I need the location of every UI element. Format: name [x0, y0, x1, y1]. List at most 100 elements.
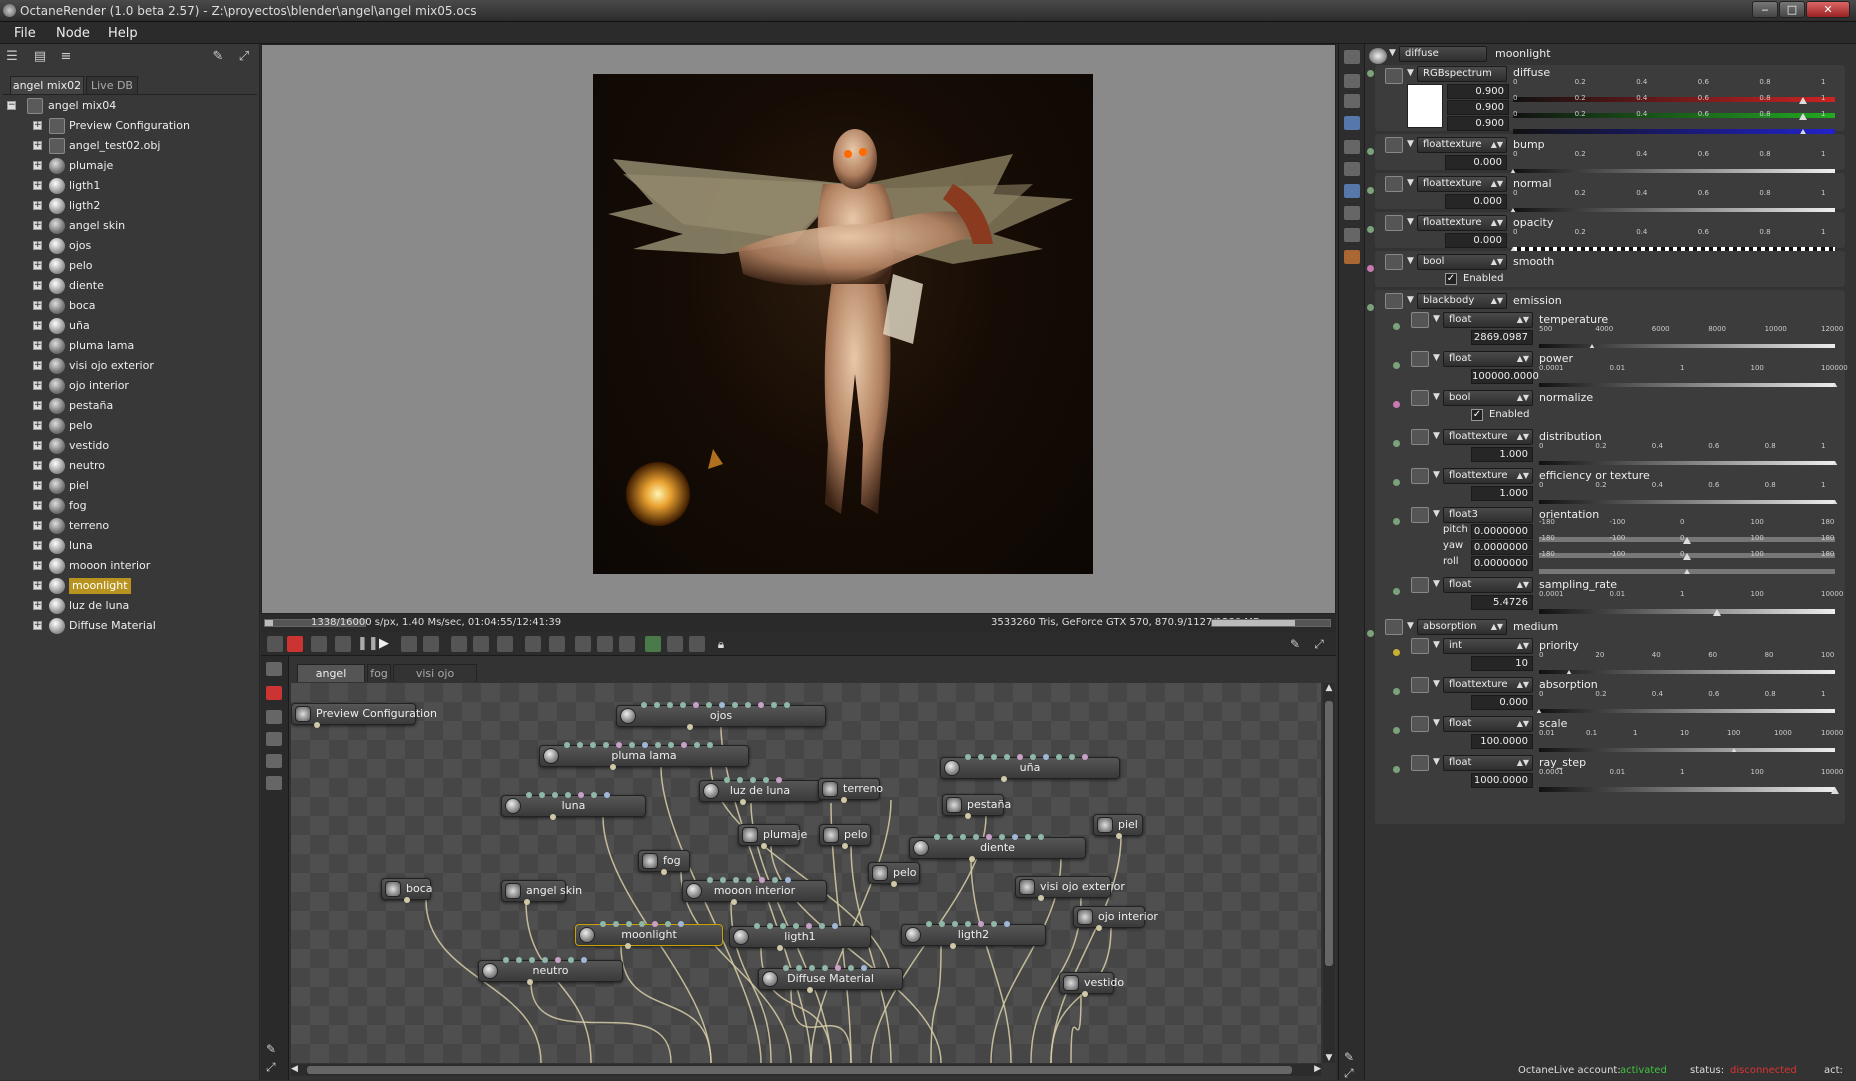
tree-item[interactable]: + luna: [3, 536, 257, 556]
collapse-icon[interactable]: ▼: [1433, 392, 1440, 402]
param-pin[interactable]: [1393, 766, 1400, 773]
grid3-icon[interactable]: [619, 636, 635, 652]
tree-item[interactable]: + ojos: [3, 236, 257, 256]
input-pin[interactable]: [641, 702, 647, 708]
pause-icon[interactable]: ❚❚: [357, 636, 379, 652]
collapse-icon[interactable]: ▼: [1433, 470, 1440, 480]
collapse-icon[interactable]: −: [7, 101, 16, 110]
node-diente[interactable]: diente: [909, 834, 1086, 862]
output-pin[interactable]: [1116, 833, 1122, 839]
grid-icon[interactable]: [575, 636, 591, 652]
play-icon[interactable]: ▶: [379, 636, 395, 652]
tree-item[interactable]: + ligth1: [3, 176, 257, 196]
node-ojo-interior[interactable]: ojo interior: [1073, 906, 1158, 931]
node-preview[interactable]: Preview Configuration: [291, 703, 437, 728]
slider-track[interactable]: [1539, 609, 1835, 614]
tree-item[interactable]: + vestido: [3, 436, 257, 456]
checkbox[interactable]: ✓: [1471, 409, 1483, 421]
input-pin[interactable]: [681, 742, 687, 748]
output-pin[interactable]: [969, 856, 975, 862]
material-icon[interactable]: [266, 732, 282, 746]
tree-root[interactable]: − angel mix04: [3, 96, 257, 116]
collapse-icon[interactable]: ▼: [1433, 314, 1440, 324]
input-pin[interactable]: [578, 792, 584, 798]
menu-file[interactable]: File: [14, 26, 36, 41]
collapse-icon[interactable]: ▼: [1433, 431, 1440, 441]
input-pin[interactable]: [600, 921, 606, 927]
param-type-combo[interactable]: float ▲▼: [1443, 577, 1533, 593]
param-type-icon[interactable]: [1385, 293, 1403, 309]
expand-icon[interactable]: +: [33, 121, 42, 130]
expand-icon[interactable]: +: [33, 281, 42, 290]
input-pin[interactable]: [835, 965, 841, 971]
stack-icon[interactable]: [1344, 94, 1360, 108]
tab-angel-mix02[interactable]: angel mix02: [10, 76, 84, 94]
input-pin[interactable]: [947, 834, 953, 840]
input-pin[interactable]: [796, 965, 802, 971]
fullscreen-icon[interactable]: ⤢: [266, 1060, 282, 1074]
input-pin[interactable]: [604, 792, 610, 798]
input-pin[interactable]: [655, 742, 661, 748]
collapse-icon[interactable]: ▼: [1407, 256, 1414, 266]
region-icon[interactable]: [401, 636, 417, 652]
param-type-icon[interactable]: [1411, 638, 1429, 654]
param-type-icon[interactable]: [1411, 507, 1429, 523]
input-pin[interactable]: [577, 742, 583, 748]
node-name[interactable]: moonlight: [1495, 47, 1551, 60]
param-slider[interactable]: 0.0001 0.01 1 100 10000: [1539, 590, 1843, 616]
image-icon[interactable]: [1344, 116, 1360, 130]
tree-item[interactable]: + luz de luna: [3, 596, 257, 616]
expand-icon[interactable]: +: [33, 561, 42, 570]
input-pin[interactable]: [693, 702, 699, 708]
param-pin[interactable]: [1393, 588, 1400, 595]
tree-item[interactable]: + Preview Configuration: [3, 116, 257, 136]
camera-icon[interactable]: [423, 636, 439, 652]
input-pin[interactable]: [665, 921, 671, 927]
node-neutro[interactable]: neutro: [478, 957, 623, 985]
lock-icon[interactable]: 🔒︎: [713, 636, 729, 652]
texture-icon[interactable]: [1344, 228, 1360, 242]
node-angel-skin[interactable]: angel skin: [501, 880, 582, 905]
param-pin[interactable]: [1367, 226, 1374, 233]
node-tab-fog[interactable]: fog: [367, 664, 391, 682]
node-luz-de-luna[interactable]: luz de luna: [699, 777, 821, 805]
outliner-icon[interactable]: ☰: [4, 50, 20, 64]
collapse-icon[interactable]: ▼: [1407, 68, 1414, 78]
param-pin[interactable]: [1393, 362, 1400, 369]
input-pin[interactable]: [763, 777, 769, 783]
input-pin[interactable]: [552, 792, 558, 798]
input-pin[interactable]: [694, 742, 700, 748]
menu-node[interactable]: Node: [56, 26, 90, 41]
param-type-icon[interactable]: [1411, 755, 1429, 771]
input-pin[interactable]: [783, 965, 789, 971]
node-fog[interactable]: fog: [638, 850, 690, 875]
param-type-icon[interactable]: [1411, 390, 1429, 406]
input-pin[interactable]: [668, 742, 674, 748]
node-pelo1[interactable]: pelo: [819, 824, 871, 849]
output-pin[interactable]: [1001, 776, 1007, 782]
expand-icon[interactable]: +: [33, 201, 42, 210]
param-type-combo[interactable]: bool ▲▼: [1443, 390, 1533, 406]
input-pin[interactable]: [706, 702, 712, 708]
param-type-icon[interactable]: [1385, 215, 1403, 231]
output-pin[interactable]: [524, 899, 530, 905]
input-pin[interactable]: [926, 921, 932, 927]
input-pin[interactable]: [642, 742, 648, 748]
param-type-icon[interactable]: [1385, 68, 1403, 84]
list-icon[interactable]: ≡: [58, 50, 74, 64]
node-plumaje[interactable]: plumaje: [738, 824, 807, 849]
collapse-icon[interactable]: ▼: [1433, 353, 1440, 363]
param-type-icon[interactable]: [1411, 429, 1429, 445]
tree-item[interactable]: + neutro: [3, 456, 257, 476]
param-value[interactable]: 5.4726: [1471, 595, 1533, 610]
param-type-combo[interactable]: RGBspectrum: [1417, 66, 1507, 82]
input-pin[interactable]: [719, 702, 725, 708]
input-pin[interactable]: [819, 923, 825, 929]
param-type-icon[interactable]: [1411, 312, 1429, 328]
output-pin[interactable]: [731, 899, 737, 905]
node-pestana[interactable]: pestaña: [942, 794, 1011, 819]
grid2-icon[interactable]: [597, 636, 613, 652]
param-value[interactable]: 100.0000: [1471, 734, 1533, 749]
input-pin[interactable]: [516, 957, 522, 963]
param-type-combo[interactable]: floattexture ▲▼: [1443, 468, 1533, 484]
